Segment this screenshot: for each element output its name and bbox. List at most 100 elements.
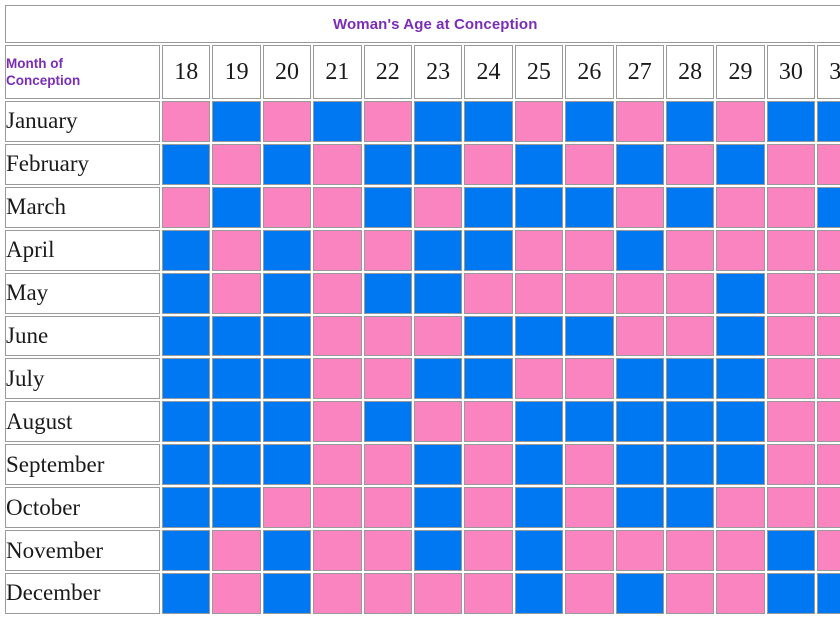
prediction-cell-april-23[interactable] [413, 229, 463, 271]
prediction-cell-december-23[interactable] [413, 572, 463, 614]
prediction-cell-january-26[interactable] [565, 101, 614, 142]
prediction-cell-september-29[interactable] [716, 444, 765, 486]
prediction-cell-march-26[interactable] [565, 186, 614, 228]
prediction-cell-june-30[interactable] [766, 315, 816, 357]
prediction-cell-june-31[interactable] [817, 315, 840, 357]
prediction-cell-september-21[interactable] [313, 444, 362, 486]
prediction-cell-october-18[interactable] [162, 487, 211, 529]
prediction-cell-february-28[interactable] [665, 143, 715, 185]
prediction-cell-january-31[interactable] [817, 101, 840, 142]
prediction-cell-october-19[interactable] [212, 487, 261, 529]
prediction-cell-june-28[interactable] [665, 315, 715, 357]
prediction-cell-march-28[interactable] [665, 186, 715, 228]
prediction-cell-august-20[interactable] [262, 401, 312, 443]
prediction-cell-july-28[interactable] [665, 358, 715, 400]
prediction-cell-august-27[interactable] [615, 401, 664, 443]
prediction-cell-march-21[interactable] [313, 186, 362, 228]
prediction-cell-november-21[interactable] [313, 530, 362, 571]
prediction-cell-may-28[interactable] [665, 272, 715, 314]
prediction-cell-august-30[interactable] [766, 401, 816, 443]
prediction-cell-july-31[interactable] [817, 358, 840, 400]
prediction-cell-august-18[interactable] [162, 401, 211, 443]
prediction-cell-january-27[interactable] [615, 101, 664, 142]
prediction-cell-december-20[interactable] [262, 572, 312, 614]
prediction-cell-may-21[interactable] [313, 272, 362, 314]
prediction-cell-march-23[interactable] [413, 186, 463, 228]
prediction-cell-december-29[interactable] [716, 572, 765, 614]
prediction-cell-february-29[interactable] [716, 143, 765, 185]
prediction-cell-march-20[interactable] [262, 186, 312, 228]
prediction-cell-may-25[interactable] [514, 272, 564, 314]
prediction-cell-december-18[interactable] [162, 572, 211, 614]
prediction-cell-february-26[interactable] [565, 143, 614, 185]
prediction-cell-july-27[interactable] [615, 358, 664, 400]
prediction-cell-july-18[interactable] [162, 358, 211, 400]
prediction-cell-april-27[interactable] [615, 229, 664, 271]
prediction-cell-june-21[interactable] [313, 315, 362, 357]
prediction-cell-june-18[interactable] [162, 315, 211, 357]
prediction-cell-april-29[interactable] [716, 229, 765, 271]
prediction-cell-november-27[interactable] [615, 530, 664, 571]
prediction-cell-june-22[interactable] [363, 315, 412, 357]
prediction-cell-december-30[interactable] [766, 572, 816, 614]
prediction-cell-july-24[interactable] [464, 358, 513, 400]
prediction-cell-september-31[interactable] [817, 444, 840, 486]
prediction-cell-june-19[interactable] [212, 315, 261, 357]
prediction-cell-september-27[interactable] [615, 444, 664, 486]
prediction-cell-may-29[interactable] [716, 272, 765, 314]
prediction-cell-october-29[interactable] [716, 487, 765, 529]
prediction-cell-november-19[interactable] [212, 530, 261, 571]
prediction-cell-august-28[interactable] [665, 401, 715, 443]
prediction-cell-may-24[interactable] [464, 272, 513, 314]
prediction-cell-june-26[interactable] [565, 315, 614, 357]
prediction-cell-november-26[interactable] [565, 530, 614, 571]
prediction-cell-may-22[interactable] [363, 272, 412, 314]
prediction-cell-november-31[interactable] [817, 530, 840, 571]
prediction-cell-october-22[interactable] [363, 487, 412, 529]
prediction-cell-may-31[interactable] [817, 272, 840, 314]
prediction-cell-february-21[interactable] [313, 143, 362, 185]
prediction-cell-april-24[interactable] [464, 229, 513, 271]
prediction-cell-august-25[interactable] [514, 401, 564, 443]
prediction-cell-december-22[interactable] [363, 572, 412, 614]
prediction-cell-april-30[interactable] [766, 229, 816, 271]
prediction-cell-december-25[interactable] [514, 572, 564, 614]
prediction-cell-march-25[interactable] [514, 186, 564, 228]
prediction-cell-october-28[interactable] [665, 487, 715, 529]
prediction-cell-january-20[interactable] [262, 101, 312, 142]
prediction-cell-august-21[interactable] [313, 401, 362, 443]
prediction-cell-january-21[interactable] [313, 101, 362, 142]
prediction-cell-april-26[interactable] [565, 229, 614, 271]
prediction-cell-april-25[interactable] [514, 229, 564, 271]
prediction-cell-july-29[interactable] [716, 358, 765, 400]
prediction-cell-january-18[interactable] [162, 101, 211, 142]
prediction-cell-may-30[interactable] [766, 272, 816, 314]
prediction-cell-april-18[interactable] [162, 229, 211, 271]
prediction-cell-august-23[interactable] [413, 401, 463, 443]
prediction-cell-november-24[interactable] [464, 530, 513, 571]
prediction-cell-november-25[interactable] [514, 530, 564, 571]
prediction-cell-january-30[interactable] [766, 101, 816, 142]
prediction-cell-september-18[interactable] [162, 444, 211, 486]
prediction-cell-january-19[interactable] [212, 101, 261, 142]
prediction-cell-september-25[interactable] [514, 444, 564, 486]
prediction-cell-september-28[interactable] [665, 444, 715, 486]
prediction-cell-july-22[interactable] [363, 358, 412, 400]
prediction-cell-march-27[interactable] [615, 186, 664, 228]
prediction-cell-september-20[interactable] [262, 444, 312, 486]
prediction-cell-april-31[interactable] [817, 229, 840, 271]
prediction-cell-march-31[interactable] [817, 186, 840, 228]
prediction-cell-march-29[interactable] [716, 186, 765, 228]
prediction-cell-august-24[interactable] [464, 401, 513, 443]
prediction-cell-april-22[interactable] [363, 229, 412, 271]
prediction-cell-october-20[interactable] [262, 487, 312, 529]
prediction-cell-march-30[interactable] [766, 186, 816, 228]
prediction-cell-march-19[interactable] [212, 186, 261, 228]
prediction-cell-july-25[interactable] [514, 358, 564, 400]
prediction-cell-august-19[interactable] [212, 401, 261, 443]
prediction-cell-april-28[interactable] [665, 229, 715, 271]
prediction-cell-september-24[interactable] [464, 444, 513, 486]
prediction-cell-july-20[interactable] [262, 358, 312, 400]
prediction-cell-february-19[interactable] [212, 143, 261, 185]
prediction-cell-february-22[interactable] [363, 143, 412, 185]
